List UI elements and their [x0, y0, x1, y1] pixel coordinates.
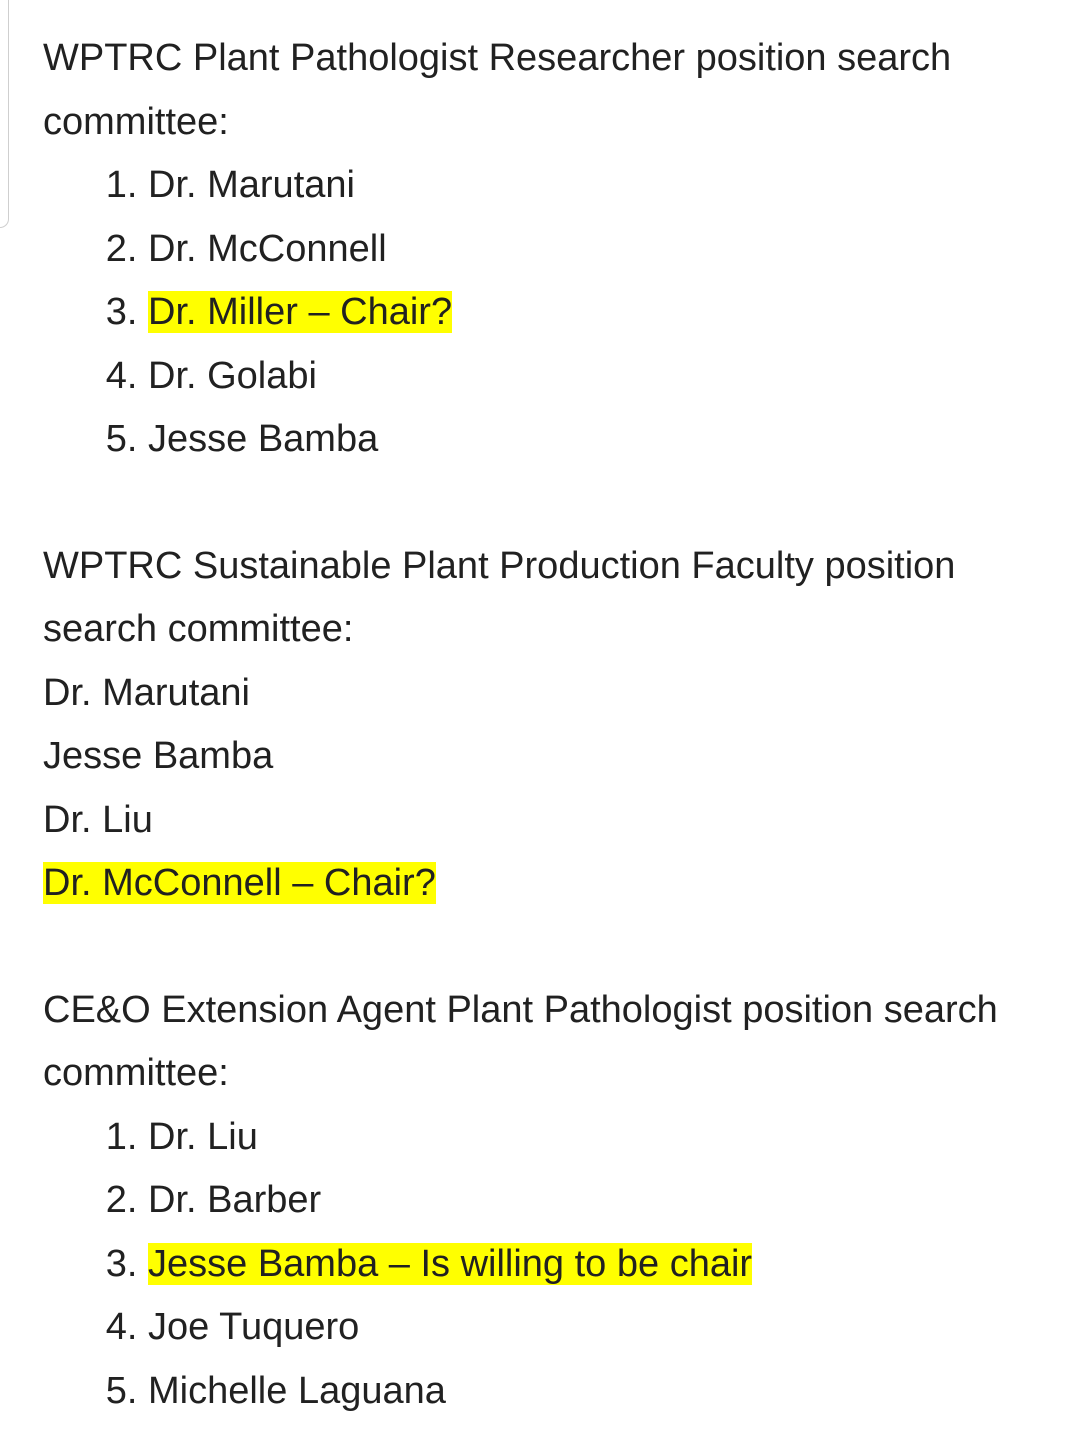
- list-item: Dr. Liu: [148, 1106, 1043, 1170]
- committee-section-plant-pathologist-researcher: WPTRC Plant Pathologist Researcher posit…: [43, 27, 1043, 472]
- list-item: Jesse Bamba: [148, 408, 1043, 472]
- list-item: Jesse Bamba – Is willing to be chair: [148, 1233, 1043, 1297]
- list-item: Dr. Barber: [148, 1169, 1043, 1233]
- list-item: Dr. Golabi: [148, 345, 1043, 409]
- document-body: WPTRC Plant Pathologist Researcher posit…: [43, 27, 1043, 1423]
- highlighted-member-name: Dr. McConnell – Chair?: [43, 862, 436, 904]
- member-name: Jesse Bamba: [148, 418, 379, 460]
- highlighted-member-name: Jesse Bamba – Is willing to be chair: [148, 1242, 753, 1285]
- committee-section-extension-agent-plant-pathologist: CE&O Extension Agent Plant Pathologist p…: [43, 979, 1043, 1424]
- member-list: Dr. Marutani Dr. McConnell Dr. Miller – …: [43, 154, 1043, 472]
- member-name: Dr. Marutani: [43, 671, 250, 714]
- list-item: Michelle Laguana: [148, 1360, 1043, 1424]
- list-item: Dr. McConnell – Chair?: [43, 852, 1043, 916]
- list-item: Dr. Marutani: [148, 154, 1043, 218]
- list-item: Jesse Bamba: [43, 725, 1043, 789]
- highlighted-member-name: Dr. Miller – Chair?: [148, 291, 453, 333]
- member-name: Joe Tuquero: [148, 1306, 360, 1348]
- committee-section-sustainable-plant-production: WPTRC Sustainable Plant Production Facul…: [43, 535, 1043, 916]
- member-name: Dr. Liu: [148, 1115, 258, 1158]
- member-name: Dr. McConnell: [148, 227, 387, 270]
- member-name: Dr. Golabi: [148, 354, 317, 397]
- member-name: Dr. Liu: [43, 798, 153, 841]
- list-item: Dr. McConnell: [148, 218, 1043, 282]
- section-heading: WPTRC Sustainable Plant Production Facul…: [43, 544, 966, 651]
- list-item: Dr. Miller – Chair?: [148, 281, 1043, 345]
- member-list: Dr. Marutani Jesse Bamba Dr. Liu Dr. McC…: [43, 662, 1043, 916]
- section-heading: CE&O Extension Agent Plant Pathologist p…: [43, 988, 1009, 1095]
- member-list: Dr. Liu Dr. Barber Jesse Bamba – Is will…: [43, 1106, 1043, 1424]
- list-item: Joe Tuquero: [148, 1296, 1043, 1360]
- page-edge-marker: [0, 0, 9, 228]
- member-name: Dr. Barber: [148, 1179, 322, 1221]
- member-name: Michelle Laguana: [148, 1369, 446, 1412]
- list-item: Dr. Liu: [43, 789, 1043, 853]
- member-name: Jesse Bamba: [43, 735, 274, 777]
- section-heading: WPTRC Plant Pathologist Researcher posit…: [43, 37, 962, 143]
- list-item: Dr. Marutani: [43, 662, 1043, 726]
- member-name: Dr. Marutani: [148, 164, 355, 206]
